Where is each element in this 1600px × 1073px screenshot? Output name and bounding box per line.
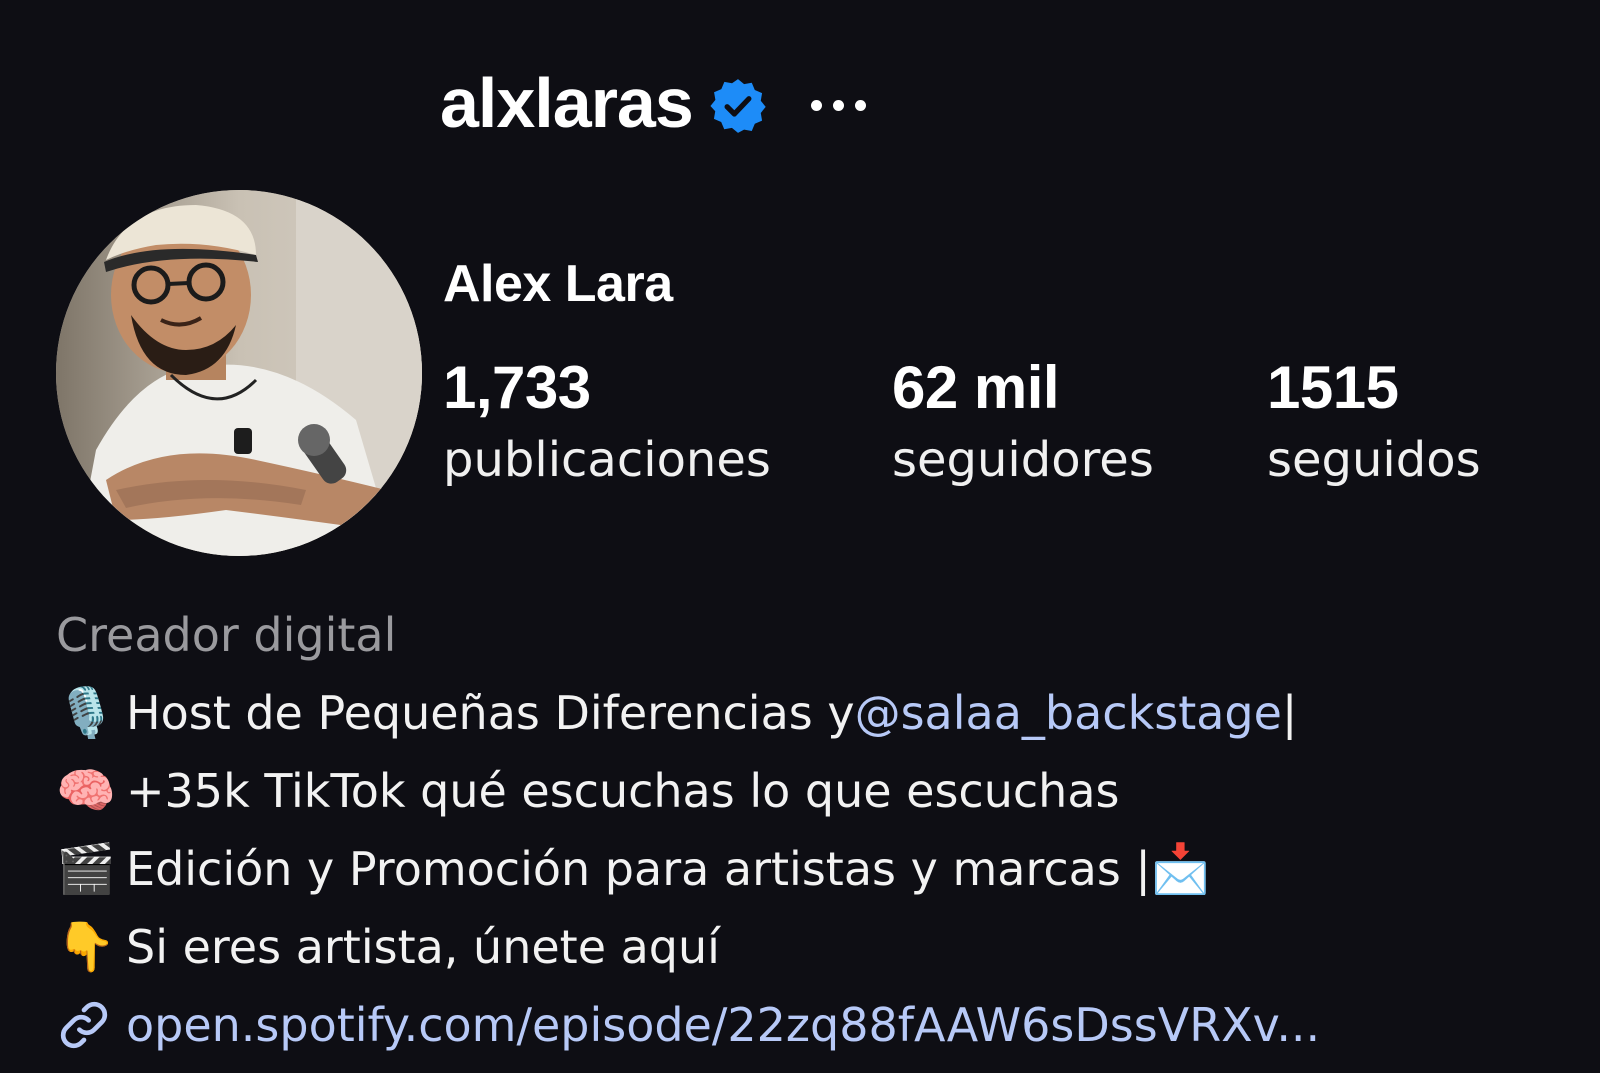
- following-count: 1515: [1267, 354, 1399, 421]
- microphone-icon: 🎙️: [56, 685, 116, 741]
- external-link-text[interactable]: open.spotify.com/episode/22zq88fAAW6sDss…: [126, 986, 1320, 1064]
- brain-icon: 🧠: [56, 763, 116, 819]
- full-name: Alex Lara: [443, 255, 673, 313]
- more-horizontal-icon: [810, 99, 822, 111]
- bio-line-1: 🎙️ Host de Pequeñas Diferencias y @salaa…: [56, 674, 1586, 752]
- followers-count: 62 mil: [892, 354, 1060, 421]
- followers-label: seguidores: [892, 432, 1154, 488]
- posts-count: 1,733: [443, 354, 591, 421]
- more-dot: [854, 99, 866, 111]
- more-options-button[interactable]: [810, 85, 866, 125]
- bio-line-1-text: Host de Pequeñas Diferencias y: [126, 686, 855, 740]
- avatar[interactable]: [56, 190, 422, 556]
- external-link[interactable]: open.spotify.com/episode/22zq88fAAW6sDss…: [56, 986, 1586, 1064]
- stat-followers[interactable]: 62 mil seguidores: [892, 358, 1154, 487]
- mention-link[interactable]: @salaa_backstage: [855, 674, 1282, 752]
- bio-line-3: 🎬 Edición y Promoción para artistas y ma…: [56, 830, 1586, 908]
- profile-header: alxlaras: [440, 58, 866, 148]
- bio-line-4-text: Si eres artista, únete aquí: [126, 920, 720, 974]
- link-icon: [60, 1001, 108, 1049]
- bio-line-4: 👇 Si eres artista, únete aquí: [56, 908, 1586, 986]
- profile-photo: [56, 190, 422, 556]
- bio: Creador digital 🎙️ Host de Pequeñas Dife…: [56, 596, 1586, 1064]
- more-dot: [832, 99, 844, 111]
- clapperboard-icon: 🎬: [56, 841, 116, 897]
- verified-badge-icon: [710, 79, 766, 133]
- following-label: seguidos: [1267, 432, 1481, 488]
- pointing-down-icon: 👇: [56, 919, 116, 975]
- username: alxlaras: [440, 64, 694, 142]
- category-label: Creador digital: [56, 608, 397, 662]
- stat-posts[interactable]: 1,733 publicaciones: [443, 358, 771, 487]
- bio-line-1-tail: |: [1281, 686, 1298, 740]
- stat-following[interactable]: 1515 seguidos: [1267, 358, 1481, 487]
- bio-line-2: 🧠 +35k TikTok qué escuchas lo que escuch…: [56, 752, 1586, 830]
- posts-label: publicaciones: [443, 432, 771, 488]
- bio-line-2-text: +35k TikTok qué escuchas lo que escuchas: [126, 764, 1120, 818]
- bio-line-3-text: Edición y Promoción para artistas y marc…: [126, 842, 1151, 896]
- envelope-icon: 📩: [1150, 841, 1211, 897]
